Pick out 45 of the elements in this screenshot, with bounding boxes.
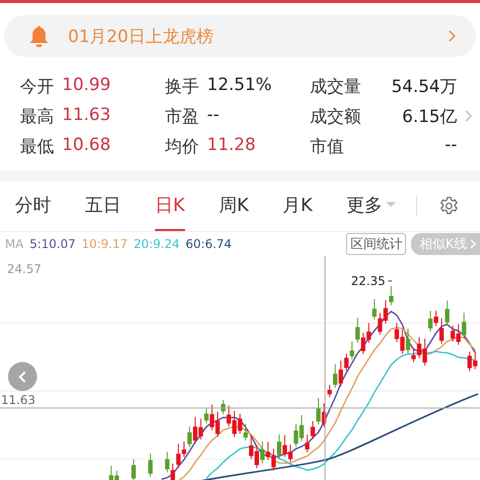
chevron-left-icon <box>18 370 28 384</box>
more-dropdown[interactable]: 更多 <box>346 181 396 231</box>
stat-label: 成交量 <box>310 76 361 98</box>
stat-value: 11.63 <box>62 104 111 126</box>
price-label: 11.63 <box>1 393 36 407</box>
stat-label: 均价 <box>165 136 199 158</box>
peak-price-label: 22.35 <box>351 274 386 288</box>
caret-down-icon <box>386 202 396 208</box>
chevron-right-icon <box>470 239 476 249</box>
leader-line <box>388 280 392 282</box>
ma-value: 5:10.07 <box>30 237 76 251</box>
stat-label: 成交额 <box>310 106 361 128</box>
range-stats-button[interactable]: 区间统计 <box>346 233 406 255</box>
indicator-name: MA <box>5 237 24 251</box>
stat-value: -- <box>207 104 220 126</box>
chevron-right-icon <box>448 30 456 42</box>
period-tab[interactable]: 五日 <box>85 181 121 231</box>
period-tab[interactable]: 月K <box>282 181 312 231</box>
stat-label: 市盈 <box>165 106 199 128</box>
stat-value: 12.51% <box>207 74 272 96</box>
period-tab[interactable]: 分时 <box>15 181 51 231</box>
candlestick <box>131 458 136 480</box>
settings-icon[interactable] <box>439 196 460 216</box>
price-label: 24.57 <box>7 262 42 276</box>
period-tab[interactable]: 周K <box>218 181 249 231</box>
bell-icon <box>28 25 50 47</box>
ma-value: 60:6.74 <box>186 237 232 251</box>
back-button[interactable] <box>8 362 37 391</box>
candlestick <box>148 453 153 478</box>
chevron-right-icon[interactable] <box>465 110 472 122</box>
stat-value: 54.54万 <box>391 76 457 98</box>
stat-label: 换手 <box>165 76 199 98</box>
ma-value: 20:9.24 <box>134 237 180 251</box>
stat-value: 6.15亿 <box>402 106 457 128</box>
stat-label: 市值 <box>310 136 344 158</box>
stat-label: 最低 <box>20 136 54 158</box>
stat-value: 10.68 <box>62 134 111 156</box>
stat-label: 最高 <box>20 106 54 128</box>
stat-label: 今开 <box>20 76 54 98</box>
stat-value: 10.99 <box>62 74 111 96</box>
stat-value: 11.28 <box>207 134 256 156</box>
stat-value: -- <box>444 134 457 156</box>
alert-text: 01月20日上龙虎榜 <box>68 26 214 48</box>
period-tab[interactable]: 日K <box>155 181 185 231</box>
ma-value: 10:9.17 <box>82 237 128 251</box>
